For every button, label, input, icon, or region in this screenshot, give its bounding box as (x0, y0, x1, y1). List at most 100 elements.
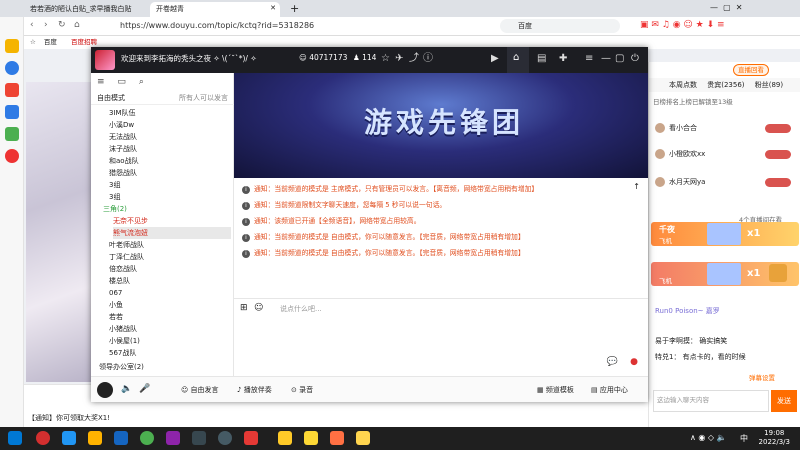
maximize-icon[interactable]: ▢ (615, 52, 624, 66)
mic-icon[interactable]: 🎤 (139, 384, 150, 394)
download-icon[interactable] (5, 105, 19, 119)
clock-icon[interactable] (5, 61, 19, 75)
channel-item[interactable]: 3IM队伍 (109, 107, 136, 119)
chat-input[interactable]: 这边输入聊天内容 (653, 390, 769, 412)
bookmark-star-icon[interactable]: ☆ (30, 38, 36, 46)
send-button[interactable]: 发送 (771, 390, 797, 412)
app-icon[interactable] (278, 431, 292, 445)
search-input[interactable]: 百度 (500, 19, 620, 33)
channel-template-button[interactable]: ▦ 频道模板 (537, 385, 574, 395)
app-icon[interactable] (244, 431, 258, 445)
home-icon[interactable]: ⌂ (74, 20, 80, 30)
mode-row[interactable]: 自由模式 所有人可以发言 (91, 91, 234, 105)
record-button[interactable]: ⊙ 录音 (291, 385, 313, 395)
start-icon[interactable] (8, 431, 22, 445)
channel-item[interactable]: 倍恋战队 (109, 263, 137, 275)
pin-icon[interactable]: ↑ (633, 182, 640, 191)
menu-icon[interactable]: ≡ (97, 77, 105, 87)
refresh-icon[interactable]: ↻ (58, 20, 66, 30)
channel-item[interactable]: 三角(2) (103, 203, 127, 215)
emoji-icon[interactable]: ☺ (254, 303, 263, 313)
favorites-icon[interactable] (5, 39, 19, 53)
ime-indicator[interactable]: 中 (740, 433, 748, 444)
danmu-settings[interactable]: 弹幕设置 (749, 372, 775, 382)
message-input[interactable]: 说点什么吧... (280, 304, 322, 314)
chat-icon[interactable]: ▭ (117, 77, 126, 87)
channel-item[interactable]: 领导办公室(2) (99, 361, 144, 373)
bookmark[interactable]: 百度 (44, 38, 57, 46)
nav-forward-icon[interactable]: › (44, 20, 48, 30)
channel-item[interactable]: 小猪战队 (109, 323, 137, 335)
app-icon[interactable] (304, 431, 318, 445)
tab-fans[interactable]: 粉丝(89) (755, 81, 783, 89)
channel-item[interactable]: 567战队 (109, 347, 136, 359)
channel-item[interactable]: 无法战队 (109, 131, 137, 143)
channel-item[interactable]: 猎怨战队 (109, 167, 137, 179)
video-icon[interactable]: ▶ (491, 52, 499, 66)
minimize-icon[interactable]: — (601, 52, 611, 66)
pdf-icon[interactable] (5, 83, 19, 97)
rank-row[interactable]: 小橙欧欢xx (655, 146, 795, 162)
list-icon[interactable]: ▤ (537, 52, 546, 66)
new-tab-icon[interactable]: + (290, 2, 299, 15)
app-icon[interactable] (36, 431, 50, 445)
app-icon[interactable] (166, 431, 180, 445)
replay-button[interactable]: 直播回看 (733, 64, 769, 76)
home-tab[interactable]: ⌂ (507, 47, 529, 73)
browser-tab[interactable]: 若若酒的陋认白贴_求早播我白贴 (24, 2, 144, 17)
channel-item[interactable]: 和ao战队 (109, 155, 139, 167)
plane-icon[interactable]: ✈ (395, 52, 403, 66)
channel-item[interactable]: 3组 (109, 179, 120, 191)
chrome-icon[interactable] (140, 431, 154, 445)
app-icon[interactable] (356, 431, 370, 445)
free-speak-button[interactable]: ☺ 自由发言 (181, 385, 219, 395)
browser-tab-active[interactable]: 开卷越青 ✕ (150, 2, 280, 17)
window-controls[interactable]: — ▢ ✕ (710, 3, 742, 12)
accompany-button[interactable]: ♪ 播放伴奏 (237, 385, 272, 395)
folder-icon[interactable] (88, 431, 102, 445)
tab-week[interactable]: 本周点数 (669, 81, 697, 89)
app-icon[interactable] (62, 431, 76, 445)
share-icon[interactable]: ⤴ (409, 52, 419, 66)
rank-row[interactable]: 看小合合 (655, 120, 795, 136)
close-icon[interactable]: ✕ (270, 4, 276, 12)
app-icon[interactable] (192, 431, 206, 445)
channel-item[interactable]: 小溪Dw (109, 119, 134, 131)
toolbar-icons[interactable]: ▣ ✉ ♫ ◉ ☺ ★ ⬇ ≡ (640, 20, 725, 30)
info-icon[interactable]: ⓘ (423, 52, 433, 66)
user-item[interactable]: 无奈不见步 (113, 215, 148, 227)
rank-row[interactable]: 水月天网ya (655, 174, 795, 190)
search-icon[interactable]: ⌕ (139, 77, 144, 87)
app-center-button[interactable]: ▤ 应用中心 (591, 385, 628, 395)
gamepad-icon[interactable]: ✚ (559, 52, 567, 66)
channel-item[interactable]: 楼总队 (109, 275, 130, 287)
channel-item[interactable]: 沫子战队 (109, 143, 137, 155)
mic-icon[interactable]: ● (630, 357, 638, 367)
weibo-icon[interactable] (5, 149, 19, 163)
app-icon[interactable] (330, 431, 344, 445)
speaker-icon[interactable]: 🔈 (121, 384, 132, 394)
steam-icon[interactable] (218, 431, 232, 445)
channel-item[interactable]: 丁泽仁战队 (109, 251, 144, 263)
chat-bubble-icon[interactable]: 💬 (607, 357, 618, 367)
channel-item[interactable]: 小鱼 (109, 299, 123, 311)
app-icon[interactable] (114, 431, 128, 445)
menu-icon[interactable]: ≡ (585, 52, 593, 66)
tray-icons[interactable]: ∧ ◉ ◇ 🔈 (690, 433, 727, 442)
apps-icon[interactable] (5, 127, 19, 141)
gamepad-icon[interactable]: ⊞ (240, 303, 248, 313)
nav-back-icon[interactable]: ‹ (30, 20, 34, 30)
channel-item[interactable]: 小侯屋(1) (109, 335, 140, 347)
bookmark[interactable]: 百度招聘 (71, 38, 97, 46)
clock[interactable]: 19:08 2022/3/3 (759, 429, 790, 447)
channel-item[interactable]: 叶老师战队 (109, 239, 144, 251)
tab-vip[interactable]: 贵宾(2356) (707, 81, 744, 89)
url-field[interactable]: https://www.douyu.com/topic/kctq?rid=531… (120, 19, 490, 33)
user-item-selected[interactable]: 熊气流泡妞 (113, 227, 231, 239)
star-icon[interactable]: ☆ (381, 52, 390, 66)
channel-item[interactable]: 067 (109, 287, 122, 299)
channel-item[interactable]: 3组 (109, 191, 120, 203)
avatar[interactable] (97, 382, 113, 398)
channel-item[interactable]: 若若 (109, 311, 123, 323)
power-icon[interactable]: ⏻ (631, 52, 639, 66)
